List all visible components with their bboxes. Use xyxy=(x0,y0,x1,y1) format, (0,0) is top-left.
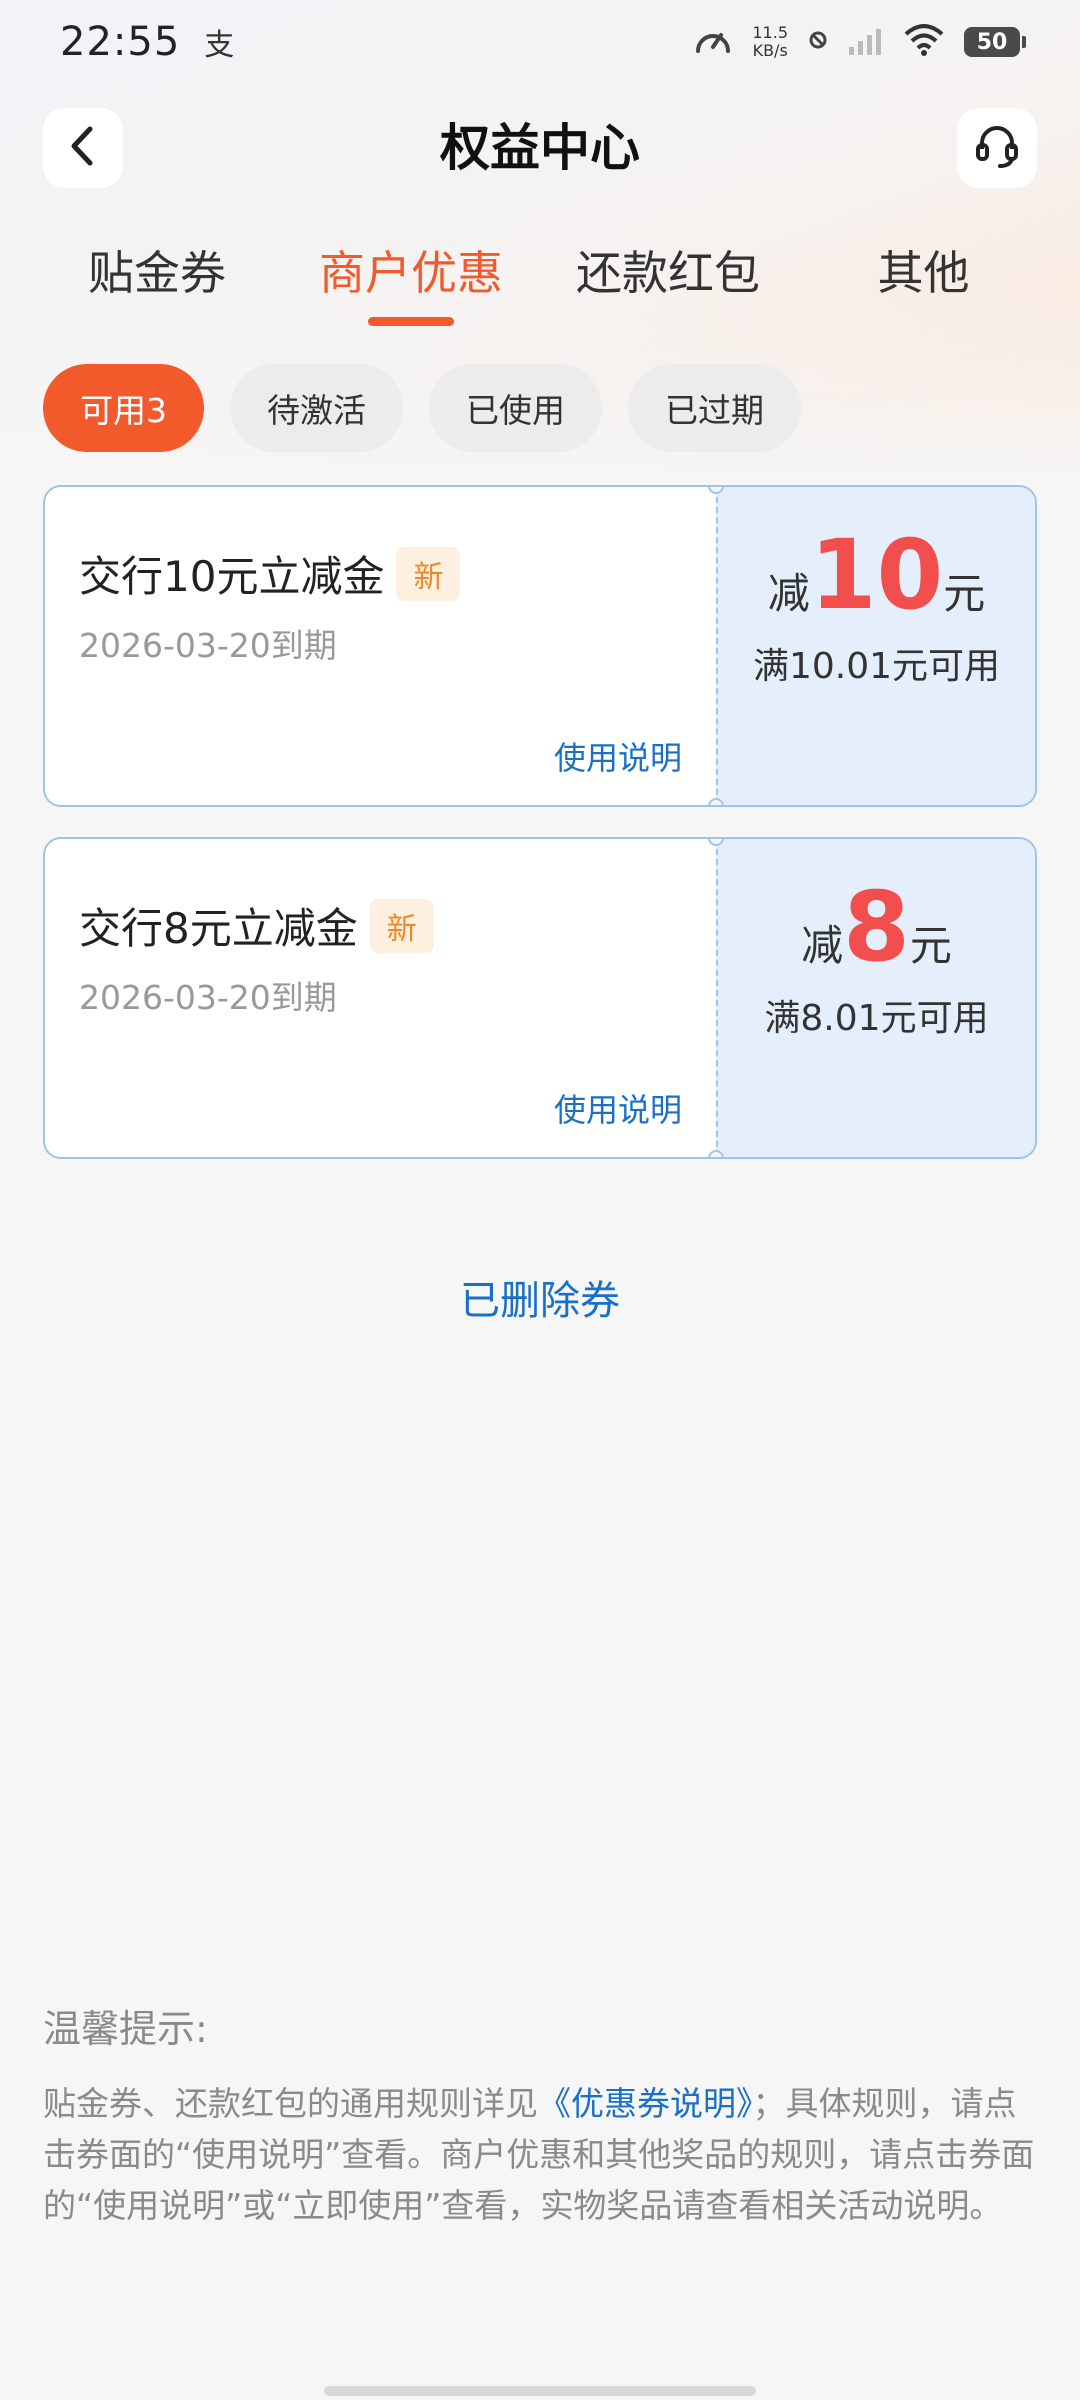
filter-available[interactable]: 可用3 xyxy=(43,364,204,452)
tab-repayment-redpacket[interactable]: 还款红包 xyxy=(575,238,761,308)
battery-icon: 50 xyxy=(964,27,1026,57)
coupon-value: 减8元 满8.01元可用 xyxy=(716,839,1035,1157)
status-time: 22:55 xyxy=(60,19,181,65)
page-title: 权益中心 xyxy=(440,119,640,177)
coupon-info: 交行8元立减金 新 2026-03-20到期 使用说明 xyxy=(45,839,716,1157)
status-bar: 22:55 支 11.5 KB/s 50 xyxy=(0,0,1080,84)
filter-used[interactable]: 已使用 xyxy=(429,364,602,452)
tips-text: 贴金券、还款红包的通用规则详见 xyxy=(43,2084,538,2123)
coupon-info: 交行10元立减金 新 2026-03-20到期 使用说明 xyxy=(45,487,716,805)
coupon-expiry: 2026-03-20到期 xyxy=(79,626,337,665)
amount-prefix: 减 xyxy=(801,921,844,970)
new-badge: 新 xyxy=(396,546,461,601)
signal-icon xyxy=(848,25,884,59)
coupon-condition: 满8.01元可用 xyxy=(764,998,989,1039)
speed-unit: KB/s xyxy=(752,41,788,60)
usage-instructions-link[interactable]: 使用说明 xyxy=(554,1085,682,1131)
amount-number: 8 xyxy=(843,871,910,983)
speedometer-icon xyxy=(694,23,732,61)
coupon-card[interactable]: 交行10元立减金 新 2026-03-20到期 使用说明 减10元 满10.01… xyxy=(43,485,1037,807)
tab-active-indicator xyxy=(368,317,454,326)
coupon-expiry: 2026-03-20到期 xyxy=(79,978,337,1017)
filter-pending-activation[interactable]: 待激活 xyxy=(230,364,403,452)
home-indicator[interactable] xyxy=(324,2386,756,2396)
deleted-coupons-link[interactable]: 已删除券 xyxy=(0,1268,1080,1326)
tips-title: 温馨提示: xyxy=(43,2007,208,2051)
coupon-card[interactable]: 交行8元立减金 新 2026-03-20到期 使用说明 减8元 满8.01元可用 xyxy=(43,837,1037,1159)
coupon-title-text: 交行10元立减金 xyxy=(79,552,385,601)
wifi-icon xyxy=(904,24,944,60)
category-tabs: 贴金券 商户优惠 还款红包 其他 xyxy=(0,238,1080,328)
tips-body: 贴金券、还款红包的通用规则详见《优惠券说明》；具体规则，请点击券面的“使用说明”… xyxy=(43,2078,1043,2231)
coupon-amount: 减8元 xyxy=(718,879,1035,975)
nav-bar: 权益中心 xyxy=(0,108,1080,188)
status-filters: 可用3 待激活 已使用 已过期 xyxy=(43,364,801,452)
network-speed: 11.5 KB/s xyxy=(752,24,788,60)
do-not-disturb-icon xyxy=(808,30,828,54)
coupon-title: 交行10元立减金 新 xyxy=(79,543,461,604)
amount-prefix: 减 xyxy=(767,569,810,618)
alipay-notification-icon: 支 xyxy=(204,28,235,63)
filter-expired[interactable]: 已过期 xyxy=(628,364,801,452)
amount-unit: 元 xyxy=(909,921,952,970)
usage-instructions-link[interactable]: 使用说明 xyxy=(554,733,682,779)
coupon-notch xyxy=(708,798,724,805)
coupon-condition: 满10.01元可用 xyxy=(752,646,1001,687)
coupon-amount: 减10元 xyxy=(718,527,1035,623)
new-badge: 新 xyxy=(369,898,434,953)
tab-other[interactable]: 其他 xyxy=(876,238,971,308)
coupon-title-text: 交行8元立减金 xyxy=(79,904,358,953)
headset-icon xyxy=(972,121,1022,175)
tab-gold-coupon[interactable]: 贴金券 xyxy=(86,238,228,308)
coupon-value: 减10元 满10.01元可用 xyxy=(716,487,1035,805)
amount-unit: 元 xyxy=(943,569,986,618)
coupon-title: 交行8元立减金 新 xyxy=(79,895,434,956)
coupon-rules-link[interactable]: 《优惠券说明》 xyxy=(538,2084,753,2123)
tab-merchant-offers[interactable]: 商户优惠 xyxy=(318,238,504,308)
coupon-notch xyxy=(708,1150,724,1157)
amount-number: 10 xyxy=(809,519,944,631)
customer-service-button[interactable] xyxy=(957,108,1037,188)
speed-value: 11.5 xyxy=(752,23,788,42)
